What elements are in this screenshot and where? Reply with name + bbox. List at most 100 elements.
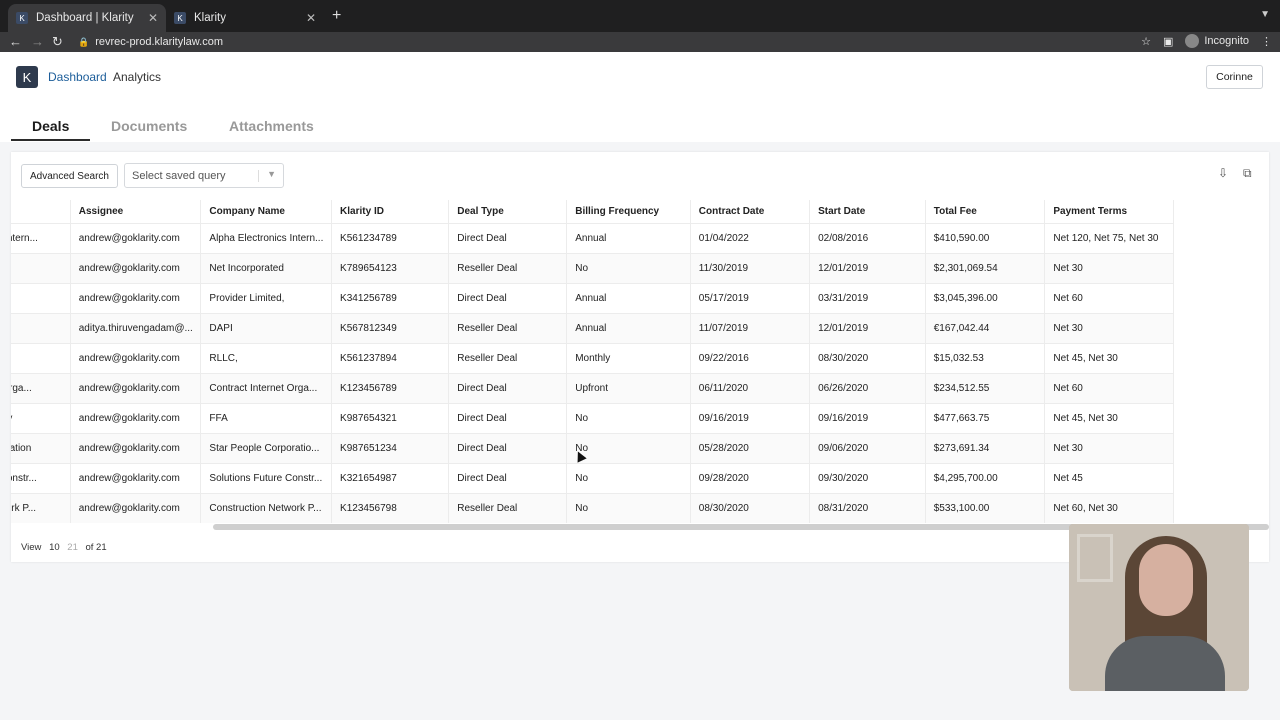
table-cell: Reseller Deal — [448, 312, 568, 343]
table-cell: FFA Limited Agency — [11, 402, 71, 433]
table-cell: $477,663.75 — [925, 402, 1046, 433]
table-cell: Construction Network P... — [11, 492, 71, 523]
table-cell: Reseller Deal — [448, 342, 568, 373]
klarity-favicon-icon: K — [16, 12, 28, 24]
table-cell: Reseller Deal — [448, 252, 568, 283]
picture-frame — [1077, 534, 1113, 582]
table-cell: Direct Deal — [448, 222, 568, 253]
star-icon[interactable]: ☆ — [1141, 35, 1151, 48]
table-cell: andrew@goklarity.com — [70, 282, 202, 313]
page-size-option[interactable]: 10 — [49, 542, 60, 553]
table-row[interactable]: andrew@goklarity.com RLLC, K561237894 Resel… — [11, 342, 1174, 373]
table-cell: Contract Internet Orga... — [200, 372, 333, 403]
profile-label[interactable]: Incognito — [1204, 35, 1249, 47]
table-cell: Net 45, Net 30 — [1044, 402, 1174, 433]
tab-deals[interactable]: Deals — [32, 118, 69, 134]
table-cell: Provider Limited, — [11, 282, 71, 313]
table-cell: K789654123 — [331, 252, 450, 283]
download-cloud-icon[interactable]: ⇩ — [1218, 166, 1228, 180]
table-cell: Net Incorporated — [200, 252, 333, 283]
column-header[interactable]: Klarity ID — [331, 200, 450, 223]
table-cell: K123456798 — [331, 492, 450, 523]
tab-attachments[interactable]: Attachments — [229, 118, 314, 134]
table-cell: €167,042.44 — [925, 312, 1046, 343]
table-cell: 11/30/2019 — [690, 252, 811, 283]
table-cell: 09/30/2020 — [809, 462, 926, 493]
table-cell: Annual — [566, 312, 691, 343]
forward-icon[interactable]: → — [31, 34, 44, 49]
table-cell: aditya.thiruvengadam@... — [70, 312, 202, 343]
table-cell: Net 45, Net 30 — [1044, 342, 1174, 373]
table-cell: Alpha Electronics Intern... — [200, 222, 333, 253]
column-header[interactable]: Contract Date — [690, 200, 811, 223]
new-tab-icon[interactable]: + — [332, 7, 341, 25]
table-cell: Net 30 — [1044, 312, 1174, 343]
tab-title: Klarity — [194, 12, 226, 24]
tab-documents[interactable]: Documents — [111, 118, 187, 134]
nav-dashboard[interactable]: Dashboard — [48, 70, 107, 84]
column-header[interactable]: Assignee — [70, 200, 202, 223]
browser-tab-dashboard[interactable]: K Dashboard | Klarity ✕ — [8, 4, 166, 32]
table-row[interactable]: Alpha Electronics Intern...andrew@goklar… — [11, 222, 1174, 253]
close-tab-icon[interactable]: ✕ — [306, 11, 316, 25]
table-row[interactable]: Net Incorporatedandrew@goklarity.comNet … — [11, 252, 1174, 283]
table-cell: Monthly — [566, 342, 691, 373]
column-header[interactable]: Payment Terms — [1044, 200, 1174, 223]
chevron-down-icon: ▼ — [267, 169, 276, 179]
tab-title: Dashboard | Klarity — [36, 12, 134, 24]
table-cell: K561234789 — [331, 222, 450, 253]
table-cell: andrew@goklarity.com — [70, 492, 202, 523]
column-header[interactable]: Total Fee — [925, 200, 1046, 223]
table-row[interactable]: Solutions Future Constr...andrew@goklari… — [11, 462, 1174, 493]
table-row[interactable]: Construction Network P...andrew@goklarit… — [11, 492, 1174, 523]
table-cell: K987654321 — [331, 402, 450, 433]
column-header[interactable]: Deal Type — [448, 200, 568, 223]
user-menu-button[interactable]: Corinne — [1206, 65, 1263, 89]
table-cell — [11, 342, 71, 373]
nav-analytics[interactable]: Analytics — [113, 70, 161, 84]
table-cell: No — [566, 252, 691, 283]
table-cell: K123456789 — [331, 372, 450, 403]
column-header[interactable]: Company Name — [200, 200, 333, 223]
table-cell: 11/07/2019 — [690, 312, 811, 343]
column-header[interactable]: Billing Frequency — [566, 200, 691, 223]
back-icon[interactable]: ← — [9, 34, 22, 49]
table-cell: DAPI Incorporated — [11, 312, 71, 343]
table-row[interactable]: FFA Limited Agencyandrew@goklarity.comFF… — [11, 402, 1174, 433]
table-cell: $4,295,700.00 — [925, 462, 1046, 493]
table-cell: Star People Corporatio... — [200, 432, 333, 463]
table-cell: Contract Internet Orga... — [11, 372, 71, 403]
page-size-option[interactable]: 21 — [67, 542, 78, 553]
browser-menu-icon[interactable]: ⋮ — [1261, 35, 1272, 48]
close-tab-icon[interactable]: ✕ — [148, 11, 158, 25]
column-header[interactable]: Start Date — [809, 200, 926, 223]
table-cell: Net Incorporated — [11, 252, 71, 283]
table-cell: 12/01/2019 — [809, 312, 926, 343]
advanced-search-button[interactable]: Advanced Search — [21, 164, 118, 188]
table-cell: Direct Deal — [448, 282, 568, 313]
browser-toolbar: ← → ↻ 🔒 revrec-prod.klaritylaw.com ☆ ▣ I… — [0, 32, 1280, 52]
table-row[interactable]: Provider Limited,andrew@goklarity.comPro… — [11, 282, 1174, 313]
address-bar[interactable]: 🔒 revrec-prod.klaritylaw.com — [78, 33, 1158, 51]
table-cell: Provider Limited, — [200, 282, 333, 313]
browser-tabbar: K Dashboard | Klarity ✕ K Klarity ✕ + ▼ — [0, 0, 1280, 32]
column-header[interactable] — [11, 200, 71, 223]
klarity-logo[interactable]: K — [16, 66, 38, 88]
app-header: K Dashboard Analytics Corinne Deals Docu… — [0, 52, 1280, 142]
table-row[interactable]: DAPI Incorporatedaditya.thiruvengadam@..… — [11, 312, 1174, 343]
table-row[interactable]: Star People Corporationandrew@goklarity.… — [11, 432, 1174, 463]
table-cell: 03/31/2019 — [809, 282, 926, 313]
table-row[interactable]: Contract Internet Orga...andrew@goklarit… — [11, 372, 1174, 403]
copy-icon[interactable]: ⧉ — [1243, 166, 1252, 181]
table-cell: 09/22/2016 — [690, 342, 811, 373]
tab-search-chevron-icon[interactable]: ▼ — [1260, 9, 1270, 20]
table-cell: K561237894 — [331, 342, 450, 373]
saved-query-select[interactable]: Select saved query ▼ — [124, 163, 284, 188]
table-cell: 09/06/2020 — [809, 432, 926, 463]
browser-tab-klarity[interactable]: K Klarity ✕ — [166, 4, 324, 32]
lock-icon: 🔒 — [78, 36, 90, 47]
table-cell: Annual — [566, 222, 691, 253]
side-panel-icon[interactable]: ▣ — [1163, 35, 1173, 48]
reload-icon[interactable]: ↻ — [52, 34, 63, 50]
deals-table-viewport[interactable]: Assignee Company Name Klarity ID Deal Ty… — [11, 200, 1269, 530]
